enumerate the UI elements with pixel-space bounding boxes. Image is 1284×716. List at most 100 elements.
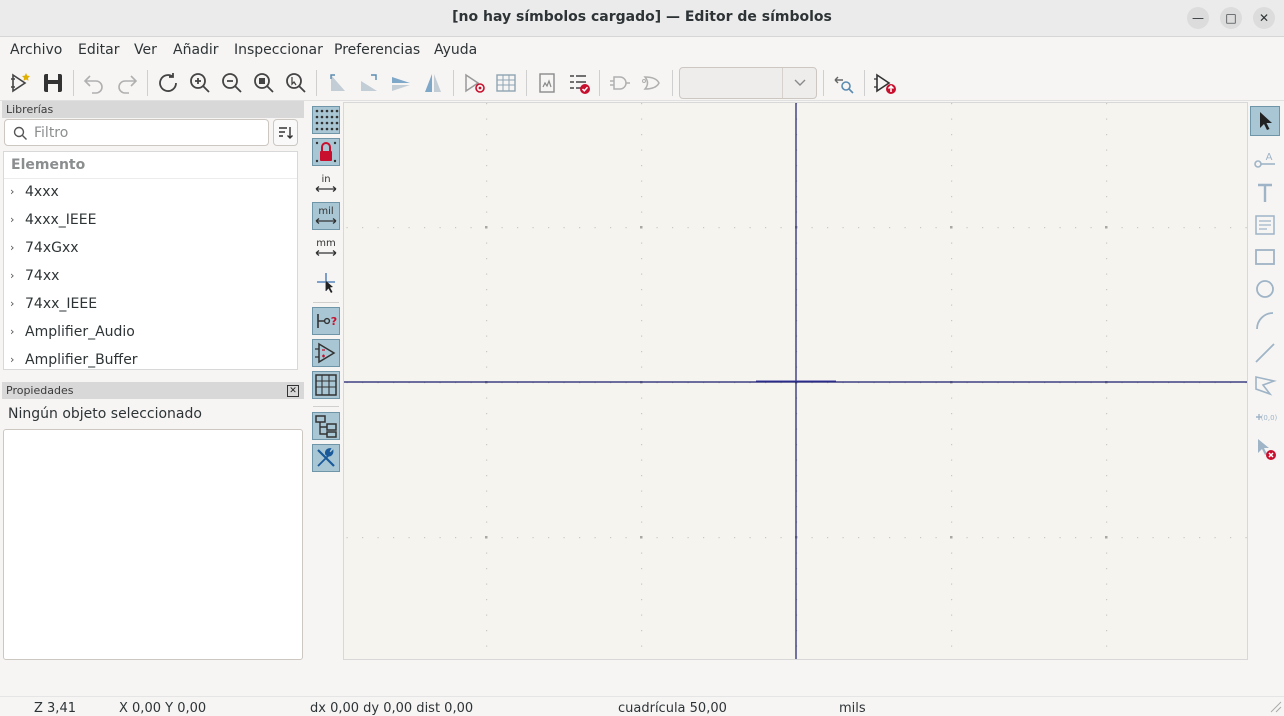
left-toolbar: in mil mm ? bbox=[309, 102, 343, 660]
tree-row-label: 74xx_IEEE bbox=[25, 296, 98, 312]
properties-panel-title: Propiedades bbox=[2, 382, 304, 399]
add-arc-icon[interactable] bbox=[1250, 306, 1280, 336]
menu-bar: Archivo Editar Ver Añadir Inspeccionar P… bbox=[0, 37, 1284, 63]
maximize-button[interactable]: □ bbox=[1220, 7, 1242, 29]
chevron-down-icon[interactable] bbox=[782, 68, 816, 98]
properties-panel-toggle-icon[interactable] bbox=[312, 444, 340, 472]
tree-row-label: 74xGxx bbox=[25, 240, 79, 256]
chevron-right-icon[interactable]: › bbox=[10, 297, 14, 310]
status-grid: cuadrícula 50,00 bbox=[618, 701, 727, 716]
tree-row-label: Amplifier_Audio bbox=[25, 324, 135, 340]
add-circle-icon[interactable] bbox=[1250, 274, 1280, 304]
filter-input[interactable]: Filtro bbox=[4, 119, 269, 146]
unit-combo[interactable] bbox=[679, 67, 817, 99]
menu-anadir[interactable]: Añadir bbox=[173, 42, 219, 58]
close-panel-icon[interactable]: ✕ bbox=[287, 385, 299, 397]
mil-units-icon[interactable]: mil bbox=[312, 202, 340, 230]
tree-row[interactable]: › Amplifier_Buffer bbox=[4, 347, 297, 369]
menu-ver[interactable]: Ver bbox=[134, 42, 157, 58]
chevron-right-icon[interactable]: › bbox=[10, 325, 14, 338]
chevron-right-icon[interactable]: › bbox=[10, 269, 14, 282]
pin-table-icon[interactable] bbox=[492, 69, 520, 97]
refresh-icon[interactable] bbox=[154, 69, 182, 97]
tree-row[interactable]: › 74xx_IEEE bbox=[4, 291, 297, 319]
title-bar: [no hay símbolos cargado] — Editor de sí… bbox=[0, 0, 1284, 37]
chevron-right-icon[interactable]: › bbox=[10, 353, 14, 366]
main-toolbar bbox=[0, 63, 1284, 101]
search-navigate-icon[interactable] bbox=[830, 69, 858, 97]
add-textbox-icon[interactable] bbox=[1250, 210, 1280, 240]
symbol-checker-icon[interactable] bbox=[565, 69, 593, 97]
sort-button[interactable] bbox=[273, 119, 298, 146]
grid-lock-icon[interactable] bbox=[312, 138, 340, 166]
menu-editar[interactable]: Editar bbox=[78, 42, 119, 58]
tree-row[interactable]: › 74xGxx bbox=[4, 235, 297, 263]
tree-row-label: Amplifier_Buffer bbox=[25, 352, 138, 368]
chevron-right-icon[interactable]: › bbox=[10, 213, 14, 226]
undo-icon[interactable] bbox=[80, 69, 108, 97]
add-rectangle-icon[interactable] bbox=[1250, 242, 1280, 272]
library-tree-toggle-icon[interactable] bbox=[312, 412, 340, 440]
tree-row[interactable]: › Amplifier_Audio bbox=[4, 319, 297, 347]
add-polygon-icon[interactable] bbox=[1250, 370, 1280, 400]
new-symbol-icon[interactable] bbox=[7, 69, 35, 97]
menu-ayuda[interactable]: Ayuda bbox=[434, 42, 477, 58]
status-delta: dx 0,00 dy 0,00 dist 0,00 bbox=[310, 701, 474, 716]
chevron-right-icon[interactable]: › bbox=[10, 185, 14, 198]
inch-units-icon[interactable]: in bbox=[312, 170, 340, 198]
rotate-ccw-icon[interactable] bbox=[323, 69, 351, 97]
mm-units-label: mm bbox=[316, 238, 335, 249]
zoom-fit-icon[interactable] bbox=[250, 69, 278, 97]
svg-text:(0,0): (0,0) bbox=[1261, 414, 1277, 422]
sort-icon bbox=[278, 126, 293, 139]
properties-empty-message: Ningún objeto seleccionado bbox=[8, 406, 202, 422]
set-anchor-icon[interactable]: (0,0) bbox=[1250, 402, 1280, 432]
tree-row[interactable]: › 4xxx bbox=[4, 179, 297, 207]
tree-row[interactable]: › 74xx bbox=[4, 263, 297, 291]
zoom-to-objects-icon[interactable] bbox=[282, 69, 310, 97]
chevron-right-icon[interactable]: › bbox=[10, 241, 14, 254]
pin-table-toggle-icon[interactable] bbox=[312, 371, 340, 399]
select-tool-icon[interactable] bbox=[1250, 106, 1280, 136]
grid-toggle-icon[interactable] bbox=[312, 106, 340, 134]
inch-units-label: in bbox=[321, 174, 330, 185]
add-pin-icon[interactable]: A bbox=[1250, 146, 1280, 176]
symbol-properties-icon[interactable] bbox=[460, 69, 488, 97]
rotate-cw-icon[interactable] bbox=[355, 69, 383, 97]
menu-preferencias[interactable]: Preferencias bbox=[334, 42, 420, 58]
mirror-v-icon[interactable] bbox=[387, 69, 415, 97]
menu-archivo[interactable]: Archivo bbox=[10, 42, 62, 58]
library-tree: Elemento › 4xxx › 4xxx_IEEE › 74xGxx › 74xx … bbox=[3, 151, 298, 370]
window-title: [no hay símbolos cargado] — Editor de sí… bbox=[452, 9, 832, 25]
show-pin-electrical-type-icon[interactable]: ? bbox=[312, 307, 340, 335]
mirror-h-icon[interactable] bbox=[419, 69, 447, 97]
menu-inspeccionar[interactable]: Inspeccionar bbox=[234, 42, 323, 58]
zoom-out-icon[interactable] bbox=[218, 69, 246, 97]
datasheet-icon[interactable] bbox=[533, 69, 561, 97]
cursor-crosshair-icon[interactable] bbox=[312, 268, 340, 296]
properties-grid bbox=[3, 429, 303, 660]
mm-units-icon[interactable]: mm bbox=[312, 234, 340, 262]
status-units: mils bbox=[839, 701, 866, 716]
right-toolbar: A (0,0) bbox=[1249, 102, 1284, 660]
status-coords: X 0,00 Y 0,00 bbox=[119, 701, 207, 716]
tree-row[interactable]: › 4xxx_IEEE bbox=[4, 207, 297, 235]
close-window-button[interactable]: ✕ bbox=[1253, 7, 1275, 29]
save-icon[interactable] bbox=[39, 69, 67, 97]
tree-row-label: 4xxx bbox=[25, 184, 59, 200]
delete-tool-icon[interactable] bbox=[1250, 434, 1280, 464]
drawing-canvas[interactable] bbox=[343, 102, 1248, 660]
add-line-icon[interactable] bbox=[1250, 338, 1280, 368]
show-deMorgan-alt-icon[interactable] bbox=[638, 69, 666, 97]
redo-icon[interactable] bbox=[113, 69, 141, 97]
mil-units-label: mil bbox=[318, 206, 333, 217]
add-to-schematic-icon[interactable] bbox=[871, 69, 899, 97]
add-text-icon[interactable] bbox=[1250, 178, 1280, 208]
show-hidden-pins-icon[interactable] bbox=[312, 339, 340, 367]
svg-text:A: A bbox=[1266, 152, 1273, 163]
zoom-in-icon[interactable] bbox=[186, 69, 214, 97]
show-deMorgan-normal-icon[interactable] bbox=[606, 69, 634, 97]
tree-column-header: Elemento bbox=[4, 152, 297, 179]
resize-grip-icon[interactable] bbox=[1268, 699, 1282, 713]
minimize-button[interactable]: — bbox=[1187, 7, 1209, 29]
